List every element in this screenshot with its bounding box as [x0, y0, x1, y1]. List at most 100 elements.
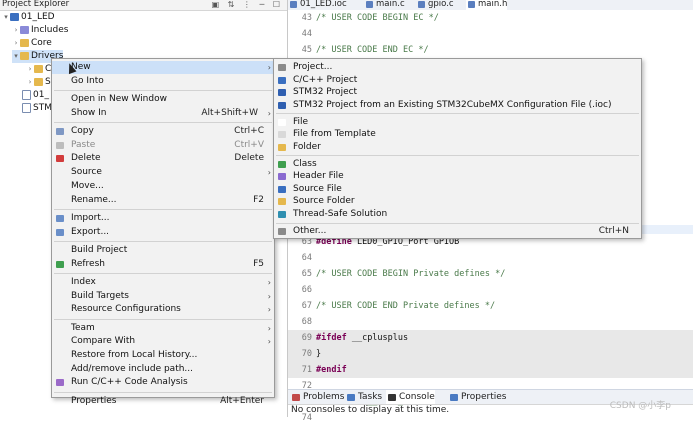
menu-item[interactable]: Resource Configurations › [52, 303, 274, 316]
tree-item[interactable]: 01_ [14, 89, 49, 102]
twisty-icon[interactable]: › [12, 37, 20, 50]
panel-tab[interactable]: Console [386, 390, 435, 404]
submenu-arrow-icon: › [267, 277, 271, 287]
menu-item[interactable]: Folder [274, 141, 641, 154]
menu-item[interactable]: Compare With › [52, 335, 274, 348]
menu-item-label: Restore from Local History... [71, 349, 198, 360]
code-line[interactable]: 71 #endif [288, 362, 693, 378]
menu-item[interactable]: STM32 Project [274, 86, 641, 99]
menu-item[interactable]: New › [52, 61, 274, 74]
menu-item[interactable]: Run C/C++ Code Analysis [52, 376, 274, 389]
cproject-icon [278, 76, 286, 84]
menu-item[interactable]: File [274, 116, 641, 129]
menu-item[interactable]: Export... [52, 226, 274, 239]
twisty-icon[interactable]: › [26, 63, 34, 76]
menu-item[interactable]: Source › [52, 166, 274, 179]
menu-item-label: Refresh [71, 258, 105, 269]
menu-item[interactable]: Refresh F5 [52, 258, 274, 271]
editor-tab[interactable]: main.c [364, 0, 405, 10]
code-line[interactable]: 66 [288, 282, 693, 298]
menu-separator [54, 392, 272, 393]
menu-item[interactable]: Open in New Window [52, 93, 274, 106]
menu-item-label: Class [293, 158, 317, 169]
twisty-icon[interactable]: ▾ [12, 50, 20, 63]
menu-item[interactable]: Show In Alt+Shift+W › [52, 107, 274, 120]
line-number: 65 [301, 269, 312, 279]
tree-item[interactable]: ▾ 01_LED [2, 11, 54, 24]
menu-item[interactable]: Source Folder [274, 195, 641, 208]
menu-item[interactable]: Header File [274, 170, 641, 183]
menu-item[interactable]: Import... [52, 212, 274, 225]
menu-item-label: Rename... [71, 194, 117, 205]
submenu-arrow-icon: › [267, 323, 271, 333]
menu-separator [276, 222, 639, 224]
twisty-icon[interactable]: ▾ [2, 11, 10, 24]
menu-item[interactable]: File from Template [274, 128, 641, 141]
twisty-icon[interactable]: › [12, 24, 20, 37]
menu-item[interactable]: STM32 Project from an Existing STM32Cube… [274, 99, 641, 112]
menu-item[interactable]: Other... Ctrl+N [274, 225, 641, 238]
code-line[interactable]: 65 /* USER CODE BEGIN Private defines */ [288, 266, 693, 282]
editor-tab[interactable]: gpio.c [416, 0, 454, 10]
menu-item-label: Move... [71, 180, 104, 191]
menu-item[interactable]: Build Targets › [52, 290, 274, 303]
code-line[interactable]: 69 #ifdef __cplusplus [288, 330, 693, 346]
menu-item[interactable]: Thread-Safe Solution [274, 208, 641, 221]
menu-item[interactable]: Add/remove include path... [52, 363, 274, 376]
menu-item[interactable]: Project... [274, 61, 641, 74]
menu-item[interactable]: Paste Ctrl+V [52, 139, 274, 152]
tree-item[interactable]: › Includes [12, 24, 69, 37]
menu-item[interactable]: Index › [52, 276, 274, 289]
menu-item-label: Project... [293, 62, 333, 72]
panel-tab-label: Problems [303, 392, 345, 402]
editor-tab-label: main.h [478, 0, 508, 9]
tree-item[interactable]: › S [26, 76, 51, 89]
paste-icon [56, 141, 64, 149]
code-line[interactable]: 68 [288, 314, 693, 330]
panel-tab-icon [388, 394, 396, 401]
menu-item[interactable]: Class [274, 158, 641, 171]
menu-item[interactable]: Build Project [52, 244, 274, 257]
tree-item[interactable]: › Core [12, 37, 52, 50]
menu-item[interactable]: Source File [274, 183, 641, 196]
project-explorer-tab[interactable]: Project Explorer ▣ ⇅ ⋮ ─ ☐ [0, 0, 287, 11]
panel-tab-icon [347, 394, 355, 401]
view-toolbar-icons[interactable]: ▣ ⇅ ⋮ ─ ☐ [212, 0, 283, 9]
panel-tab[interactable]: Tasks [345, 390, 382, 404]
twisty-icon[interactable]: › [26, 76, 34, 89]
code-line[interactable]: 64 [288, 250, 693, 266]
menu-item[interactable]: Delete Delete [52, 152, 274, 165]
menu-separator [276, 155, 639, 157]
menu-item-label: File [293, 116, 309, 127]
menu-item[interactable]: Restore from Local History... [52, 349, 274, 362]
submenu-arrow-icon: › [267, 291, 271, 301]
code-keyword: #endif [316, 365, 347, 375]
menu-shortcut: F5 [253, 258, 264, 269]
menu-item[interactable]: Copy Ctrl+C [52, 125, 274, 138]
editor-tab[interactable]: main.h [466, 0, 508, 10]
folder-icon [20, 38, 29, 47]
menu-item[interactable]: Go Into [52, 75, 274, 88]
tree-item[interactable]: STM [14, 102, 52, 115]
tree-item[interactable]: › C [26, 63, 52, 76]
code-line[interactable]: 45 /* USER CODE END EC */ [288, 42, 693, 58]
tree-item-label: S [45, 77, 51, 87]
line-number: 43 [301, 13, 312, 23]
file-template-icon [278, 131, 286, 139]
menu-item[interactable]: Rename... F2 [52, 194, 274, 207]
header-file-icon [278, 173, 286, 181]
menu-item[interactable]: Properties Alt+Enter [52, 395, 274, 408]
menu-separator [54, 90, 272, 92]
menu-item[interactable]: C/C++ Project [274, 74, 641, 87]
panel-tab[interactable]: Problems [290, 390, 344, 404]
code-line[interactable]: 44 [288, 26, 693, 42]
code-line[interactable]: 43 /* USER CODE BEGIN EC */ [288, 10, 693, 26]
panel-tab[interactable]: Properties [448, 390, 506, 404]
code-line[interactable]: 70} [288, 346, 693, 362]
editor-tab[interactable]: 01_LED.ioc [288, 0, 347, 10]
menu-item[interactable]: Team › [52, 322, 274, 335]
menu-item-label: Build Targets [71, 290, 129, 301]
menu-item[interactable]: Move... [52, 180, 274, 193]
context-menu: New › Go Into Open in New Window Show In Alt+… [51, 58, 275, 406]
code-line[interactable]: 67 /* USER CODE END Private defines */ [288, 298, 693, 314]
